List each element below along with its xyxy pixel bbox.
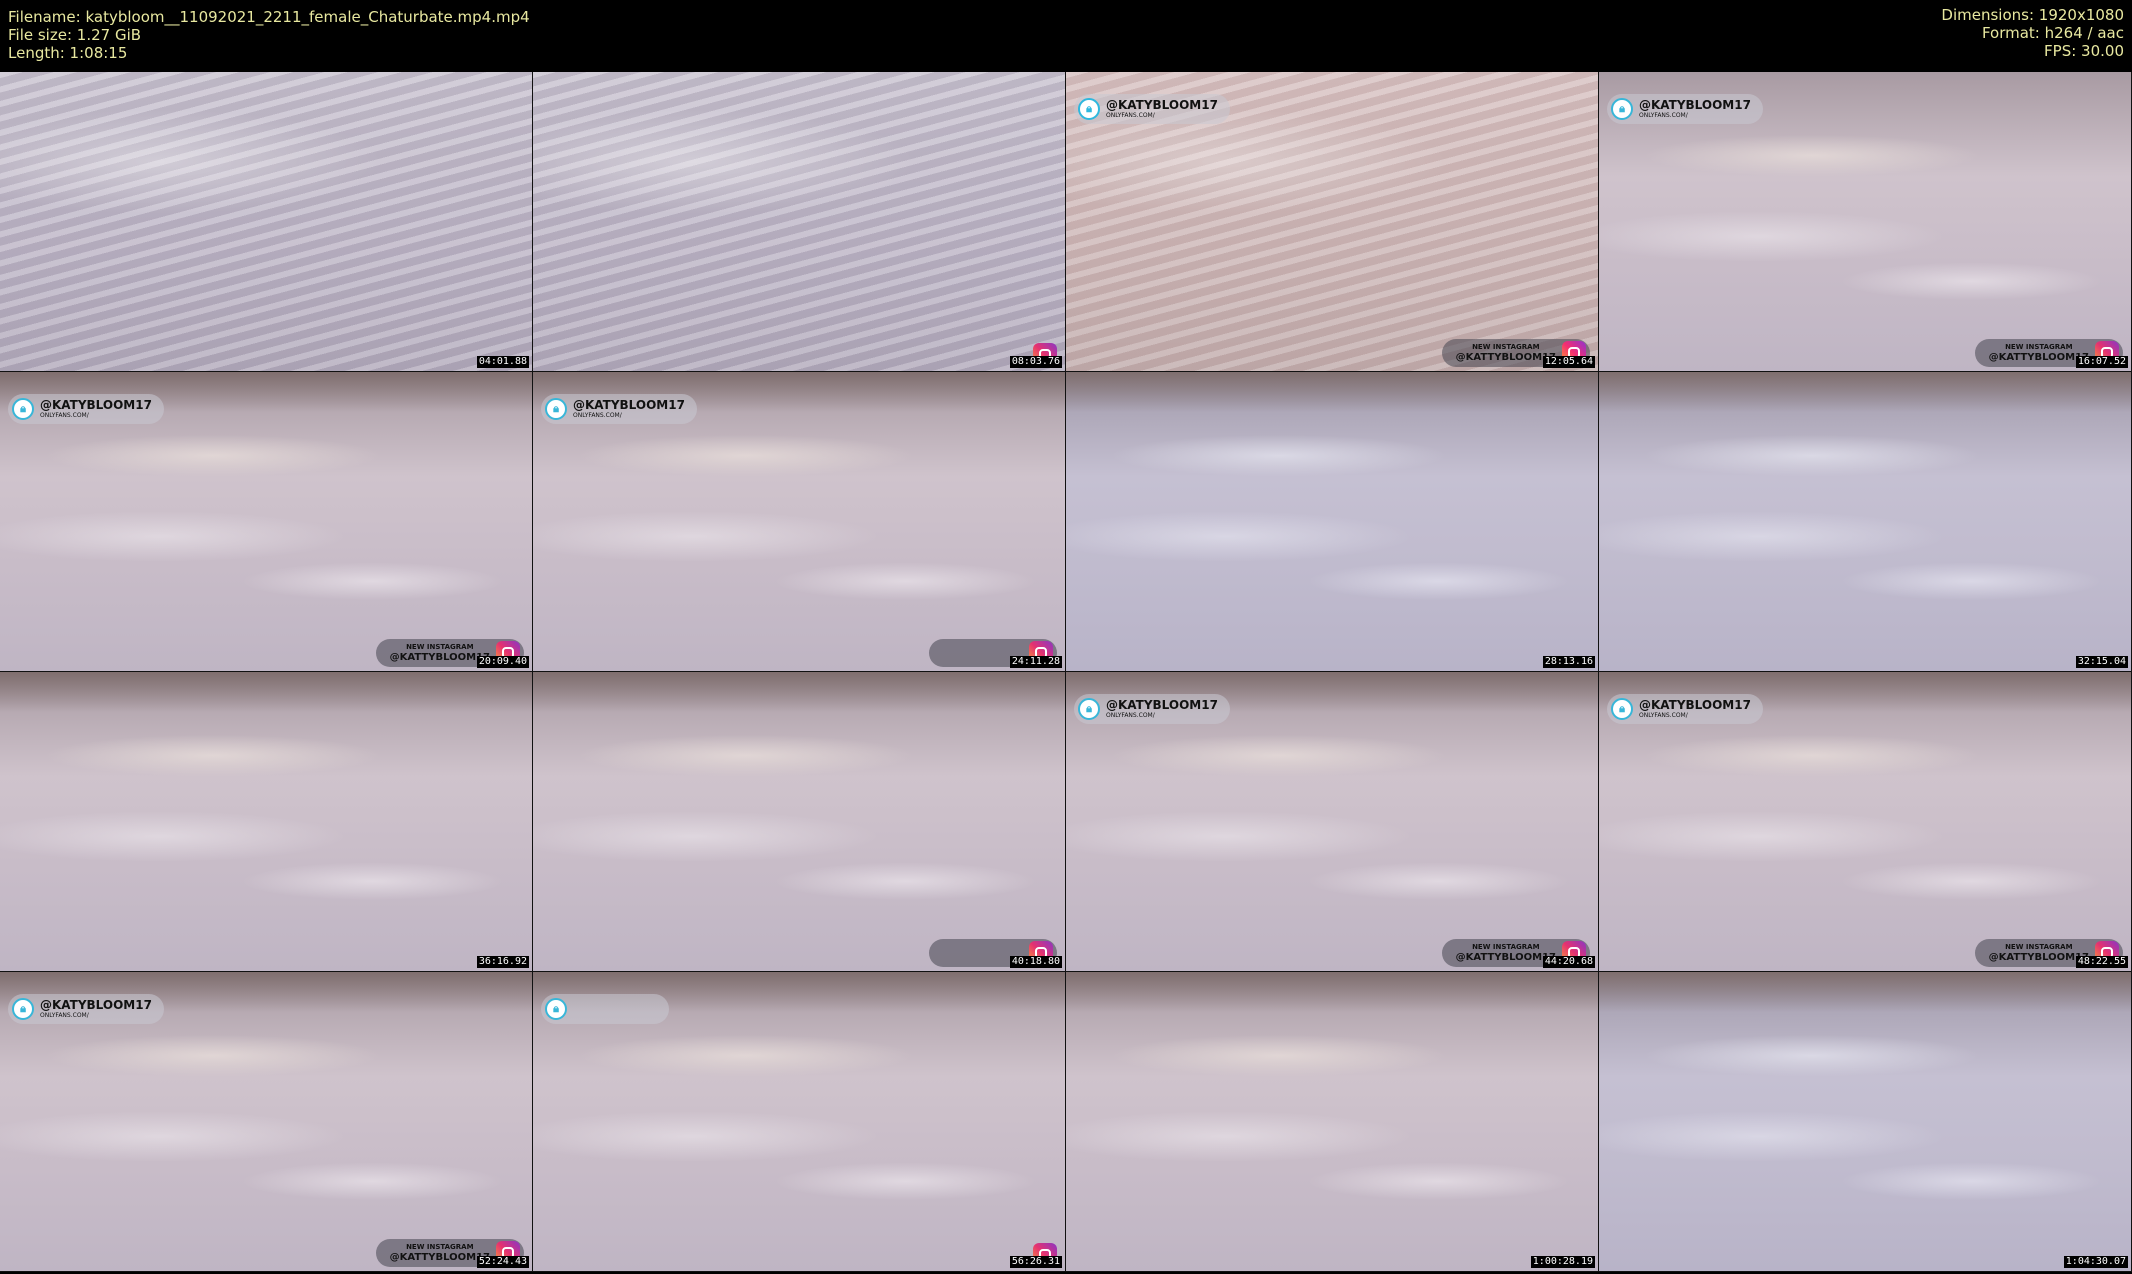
lock-icon: 🔒︎: [545, 398, 567, 420]
filesize-text: File size: 1.27 GiB: [8, 26, 142, 44]
length-text: Length: 1:08:15: [8, 44, 128, 62]
onlyfans-handle: @KATYBLOOM17: [573, 398, 685, 412]
thumbnail: 🔒︎ @KATYBLOOM17 ONLYFANS.COM/ NEW INSTAG…: [1599, 672, 2132, 972]
timestamp: 44:20.68: [1542, 956, 1595, 968]
timestamp: 1:04:30.07: [2063, 1256, 2128, 1268]
onlyfans-sub: ONLYFANS.COM/: [40, 1012, 89, 1019]
instagram-handle: @KATTYBLOOM17: [1988, 352, 2089, 363]
format-text: Format: h264 / aac: [1981, 24, 2124, 42]
instagram-title: NEW INSTAGRAM: [2005, 943, 2073, 951]
onlyfans-sub: ONLYFANS.COM/: [573, 412, 622, 419]
onlyfans-sub: ONLYFANS.COM/: [1639, 712, 1688, 719]
thumbnail: 36:16.92: [0, 672, 533, 972]
thumbnail: 1:00:28.19: [1066, 972, 1599, 1272]
onlyfans-handle: @KATYBLOOM17: [1639, 698, 1751, 712]
timestamp: 28:13.16: [1542, 656, 1595, 668]
thumbnail: 08:03.76: [533, 72, 1066, 372]
onlyfans-handle: @KATYBLOOM17: [40, 398, 152, 412]
onlyfans-badge: 🔒︎: [541, 994, 669, 1024]
onlyfans-badge: 🔒︎ @KATYBLOOM17 ONLYFANS.COM/: [1607, 94, 1763, 124]
thumbnail: 🔒︎ @KATYBLOOM17 ONLYFANS.COM/ NEW INSTAG…: [1066, 672, 1599, 972]
timestamp: 24:11.28: [1009, 656, 1062, 668]
onlyfans-badge: 🔒︎ @KATYBLOOM17 ONLYFANS.COM/: [541, 394, 697, 424]
instagram-title: NEW INSTAGRAM: [2005, 343, 2073, 351]
thumbnail: 🔒︎ @KATYBLOOM17 ONLYFANS.COM/ NEW INSTAG…: [0, 972, 533, 1272]
thumbnail: 🔒︎ @KATYBLOOM17 ONLYFANS.COM/ NEW INSTAG…: [1066, 72, 1599, 372]
timestamp: 16:07.52: [2075, 356, 2128, 368]
onlyfans-handle: @KATYBLOOM17: [1106, 98, 1218, 112]
timestamp: 04:01.88: [476, 356, 529, 368]
dimensions-text: Dimensions: 1920x1080: [1941, 6, 2124, 24]
onlyfans-badge: 🔒︎ @KATYBLOOM17 ONLYFANS.COM/: [1607, 694, 1763, 724]
onlyfans-badge: 🔒︎ @KATYBLOOM17 ONLYFANS.COM/: [1074, 694, 1230, 724]
thumbnail: 🔒︎ 56:26.31: [533, 972, 1066, 1272]
lock-icon: 🔒︎: [1078, 98, 1100, 120]
onlyfans-handle: @KATYBLOOM17: [40, 998, 152, 1012]
onlyfans-badge: 🔒︎ @KATYBLOOM17 ONLYFANS.COM/: [1074, 94, 1230, 124]
instagram-handle: @KATTYBLOOM17: [1455, 952, 1556, 963]
lock-icon: 🔒︎: [1611, 698, 1633, 720]
timestamp: 20:09.40: [476, 656, 529, 668]
thumbnail: 04:01.88: [0, 72, 533, 372]
timestamp: 56:26.31: [1009, 1256, 1062, 1268]
onlyfans-badge: 🔒︎ @KATYBLOOM17 ONLYFANS.COM/: [8, 394, 164, 424]
thumbnail: 🔒︎ @KATYBLOOM17 ONLYFANS.COM/ 24:11.28: [533, 372, 1066, 672]
instagram-handle: @KATTYBLOOM17: [389, 652, 490, 663]
timestamp: 12:05.64: [1542, 356, 1595, 368]
media-info: Dimensions: 1920x1080 Format: h264 / aac…: [1941, 6, 2124, 60]
thumbnail: 40:18.80: [533, 672, 1066, 972]
timestamp: 40:18.80: [1009, 956, 1062, 968]
thumbnail: 32:15.04: [1599, 372, 2132, 672]
instagram-handle: @KATTYBLOOM17: [1455, 352, 1556, 363]
lock-icon: 🔒︎: [1078, 698, 1100, 720]
instagram-handle: @KATTYBLOOM17: [1988, 952, 2089, 963]
onlyfans-handle: @KATYBLOOM17: [1639, 98, 1751, 112]
onlyfans-sub: ONLYFANS.COM/: [40, 412, 89, 419]
lock-icon: 🔒︎: [1611, 98, 1633, 120]
timestamp: 1:00:28.19: [1530, 1256, 1595, 1268]
timestamp: 36:16.92: [476, 956, 529, 968]
instagram-title: NEW INSTAGRAM: [1472, 943, 1540, 951]
onlyfans-sub: ONLYFANS.COM/: [1106, 112, 1155, 119]
thumbnail: 🔒︎ @KATYBLOOM17 ONLYFANS.COM/ NEW INSTAG…: [1599, 72, 2132, 372]
info-header: Filename: katybloom__11092021_2211_femal…: [0, 0, 2132, 72]
timestamp: 52:24.43: [476, 1256, 529, 1268]
fps-text: FPS: 30.00: [2044, 42, 2124, 60]
thumbnail-grid: 04:01.88 08:03.76 🔒︎ @KATYBLOOM17 ONLYFA…: [0, 72, 2132, 1272]
instagram-title: NEW INSTAGRAM: [1472, 343, 1540, 351]
timestamp: 48:22.55: [2075, 956, 2128, 968]
onlyfans-badge: 🔒︎ @KATYBLOOM17 ONLYFANS.COM/: [8, 994, 164, 1024]
onlyfans-sub: ONLYFANS.COM/: [1106, 712, 1155, 719]
instagram-title: NEW INSTAGRAM: [406, 643, 474, 651]
onlyfans-sub: ONLYFANS.COM/: [1639, 112, 1688, 119]
filename-text: Filename: katybloom__11092021_2211_femal…: [8, 8, 530, 26]
lock-icon: 🔒︎: [545, 998, 567, 1020]
thumbnail: 1:04:30.07: [1599, 972, 2132, 1272]
instagram-title: NEW INSTAGRAM: [406, 1243, 474, 1251]
file-info: Filename: katybloom__11092021_2211_femal…: [8, 8, 530, 62]
lock-icon: 🔒︎: [12, 398, 34, 420]
timestamp: 08:03.76: [1009, 356, 1062, 368]
lock-icon: 🔒︎: [12, 998, 34, 1020]
thumbnail: 🔒︎ @KATYBLOOM17 ONLYFANS.COM/ NEW INSTAG…: [0, 372, 533, 672]
instagram-handle: @KATTYBLOOM17: [389, 1252, 490, 1263]
thumbnail: 28:13.16: [1066, 372, 1599, 672]
timestamp: 32:15.04: [2075, 656, 2128, 668]
onlyfans-handle: @KATYBLOOM17: [1106, 698, 1218, 712]
